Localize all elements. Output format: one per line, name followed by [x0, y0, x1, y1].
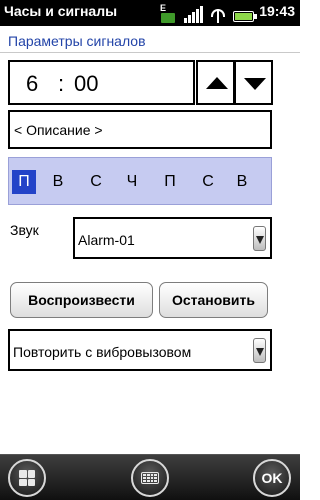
wifi-icon [209, 7, 227, 23]
keyboard-icon [141, 472, 159, 484]
page-title: Параметры сигналов [8, 33, 146, 49]
status-bar: Часы и сигналы E 19:43 [0, 0, 300, 26]
network-letter: E [160, 3, 167, 13]
keyboard-button[interactable] [131, 459, 169, 497]
down-arrow-icon [244, 78, 266, 90]
header-divider [0, 52, 300, 53]
dropdown-arrow-icon[interactable] [253, 338, 266, 363]
signal-strength-icon [184, 5, 203, 23]
vibration-dropdown[interactable]: Повторить с вибровызовом [8, 329, 272, 371]
play-button[interactable]: Воспроизвести [10, 282, 153, 318]
bottom-softkey-bar: OK [0, 454, 300, 500]
day-toggle-sat[interactable]: С [196, 170, 220, 194]
network-e-icon: E [160, 3, 178, 23]
sound-dropdown[interactable]: Alarm-01 [73, 217, 272, 259]
start-button[interactable] [8, 459, 46, 497]
decrement-button[interactable] [234, 60, 273, 105]
sound-selected-value: Alarm-01 [78, 232, 135, 248]
increment-button[interactable] [196, 60, 235, 105]
description-field[interactable]: < Описание > [8, 110, 272, 149]
battery-icon [233, 9, 257, 23]
ok-button[interactable]: OK [253, 459, 291, 497]
windows-start-icon [19, 470, 35, 486]
minutes-value[interactable]: 00 [74, 71, 98, 97]
time-field[interactable]: 6 : 00 [8, 60, 195, 105]
day-toggle-thu[interactable]: Ч [120, 170, 144, 194]
stop-button[interactable]: Остановить [159, 282, 268, 318]
hours-value[interactable]: 6 [26, 71, 38, 97]
day-toggle-sun[interactable]: В [230, 170, 254, 194]
day-toggle-fri[interactable]: П [158, 170, 182, 194]
weekday-selector: П В С Ч П С В [8, 157, 272, 205]
dropdown-arrow-icon[interactable] [253, 226, 266, 251]
network-activity-icon [161, 13, 175, 23]
up-arrow-icon [206, 77, 228, 89]
app-title[interactable]: Часы и сигналы [4, 3, 117, 19]
status-icons: E [160, 3, 257, 23]
day-toggle-wed[interactable]: С [84, 170, 108, 194]
day-toggle-tue[interactable]: В [46, 170, 70, 194]
day-toggle-mon[interactable]: П [12, 170, 36, 194]
status-clock[interactable]: 19:43 [259, 3, 295, 19]
time-separator: : [58, 71, 65, 96]
vibration-selected-value: Повторить с вибровызовом [13, 344, 192, 360]
sound-label: Звук [10, 222, 39, 238]
